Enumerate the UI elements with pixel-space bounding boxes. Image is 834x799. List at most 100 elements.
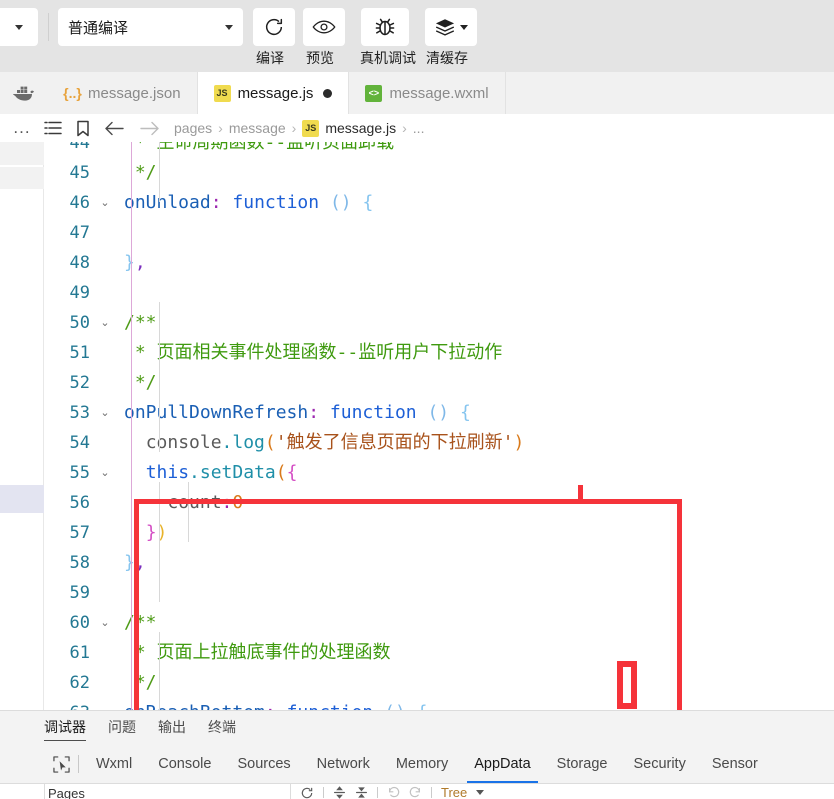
toolbar-menu-button[interactable] xyxy=(0,8,38,46)
refresh-icon[interactable] xyxy=(300,786,314,799)
devtools-tab-wxml[interactable]: Wxml xyxy=(83,745,145,783)
code-token: ) xyxy=(513,432,525,453)
fold-region-guide xyxy=(131,142,132,710)
code-token: : xyxy=(265,702,276,710)
undo-icon[interactable] xyxy=(387,786,400,799)
code-token: onReachBottom xyxy=(124,702,265,710)
code-line[interactable]: /** xyxy=(124,608,157,638)
code-line[interactable]: console.log('触发了信息页面的下拉刷新') xyxy=(124,428,525,458)
devtools-tab-sources[interactable]: Sources xyxy=(224,745,303,783)
line-number: 47 xyxy=(69,223,90,243)
line-number: 45 xyxy=(69,163,90,183)
line-number-gutter: 44 45 46 ⌄ 47 48 49 50 ⌄ 51 52 53 ⌄ 54 55 ⌄ 56 57 58 59 60 ⌄ 6… xyxy=(44,142,124,710)
compile-button[interactable] xyxy=(253,8,295,46)
code-line[interactable]: /** xyxy=(124,308,157,338)
bookmark-icon[interactable] xyxy=(76,120,90,137)
chevron-down-icon[interactable] xyxy=(476,790,485,795)
devtools-tab-network[interactable]: Network xyxy=(304,745,383,783)
preview-button[interactable] xyxy=(303,8,345,46)
devtools-tab-console[interactable]: Console xyxy=(145,745,224,783)
fold-chevron-icon[interactable]: ⌄ xyxy=(98,398,112,428)
panel-tab-debugger[interactable]: 调试器 xyxy=(44,711,86,743)
devtools-tab-sensor[interactable]: Sensor xyxy=(699,745,771,783)
breadcrumb-item-message[interactable]: message xyxy=(229,120,286,136)
code-line[interactable]: }, xyxy=(124,548,146,578)
code-line[interactable]: */ xyxy=(124,368,157,398)
view-mode-label[interactable]: Tree xyxy=(441,785,467,799)
devtools-tab-storage[interactable]: Storage xyxy=(544,745,621,783)
outline-list-icon[interactable] xyxy=(44,120,62,136)
code-token: function xyxy=(232,192,320,213)
code-line[interactable]: * 页面上拉触底事件的处理函数 xyxy=(124,638,391,668)
collapse-all-icon[interactable] xyxy=(355,786,368,799)
code-token: count xyxy=(167,492,222,513)
breadcrumb-separator-icon: › xyxy=(402,120,407,136)
code-token: */ xyxy=(124,162,157,183)
appdata-pane: Pages Tree xyxy=(0,783,834,799)
code-editor[interactable]: 44 45 46 ⌄ 47 48 49 50 ⌄ 51 52 53 ⌄ 54 55 ⌄ 56 57 58 59 60 ⌄ 6… xyxy=(0,142,834,710)
devtools-tab-security[interactable]: Security xyxy=(620,745,698,783)
code-line[interactable]: */ xyxy=(124,668,157,698)
code-line[interactable]: */ xyxy=(124,158,157,188)
panel-tab-terminal[interactable]: 终端 xyxy=(208,711,236,743)
real-device-debug-button[interactable] xyxy=(361,8,409,46)
chevron-down-icon xyxy=(225,24,233,30)
annotation-text-cursor xyxy=(578,485,583,500)
line-number: 61 xyxy=(69,643,90,663)
docker-whale-icon xyxy=(0,72,48,114)
code-line[interactable]: this.setData({ xyxy=(124,458,298,488)
code-line[interactable]: onUnload: function () { xyxy=(124,188,373,218)
wxml-icon: <> xyxy=(365,84,383,102)
code-line[interactable]: * 生命周期函数--监听页面卸载 xyxy=(124,142,394,158)
breadcrumb-item-pages[interactable]: pages xyxy=(174,120,212,136)
code-token: 0 xyxy=(232,492,244,513)
panel-tab-output[interactable]: 输出 xyxy=(158,711,186,743)
chevron-down-icon xyxy=(15,24,23,30)
fold-chevron-icon[interactable]: ⌄ xyxy=(98,458,112,488)
panel-tab-problems[interactable]: 问题 xyxy=(108,711,136,743)
code-token: ( xyxy=(264,432,276,453)
code-line[interactable]: onPullDownRefresh: function () { xyxy=(124,398,471,428)
line-number: 44 xyxy=(69,142,90,153)
line-number: 60 xyxy=(69,613,90,633)
breadcrumb-separator-icon: › xyxy=(218,120,223,136)
compile-mode-value: 普通编译 xyxy=(68,19,129,37)
breadcrumb-item-file[interactable]: message.js xyxy=(325,120,396,136)
forward-arrow-icon[interactable] xyxy=(139,121,160,136)
fold-chevron-icon[interactable]: ⌄ xyxy=(98,308,112,338)
clear-cache-button[interactable] xyxy=(425,8,477,46)
code-token: '触发了信息页面的下拉刷新' xyxy=(275,432,514,453)
tab-label: message.json xyxy=(88,84,181,102)
overview-ruler[interactable] xyxy=(0,142,44,710)
fold-chevron-icon[interactable]: ⌄ xyxy=(98,698,112,710)
code-line[interactable]: * 页面相关事件处理函数--监听用户下拉动作 xyxy=(124,338,502,368)
tab-message-js[interactable]: JS message.js xyxy=(197,72,350,114)
fold-chevron-icon[interactable]: ⌄ xyxy=(98,608,112,638)
devtools-tab-appdata[interactable]: AppData xyxy=(461,745,543,783)
code-line[interactable]: count:0 xyxy=(124,488,243,518)
tab-label: message.wxml xyxy=(389,84,489,102)
back-arrow-icon[interactable] xyxy=(104,121,125,136)
clear-cache-label: 清缓存 xyxy=(426,50,468,66)
code-line[interactable]: }, xyxy=(124,248,146,278)
compile-mode-select[interactable]: 普通编译 xyxy=(58,8,243,46)
expand-all-icon[interactable] xyxy=(333,786,346,799)
panel-tab-list: 调试器 问题 输出 终端 xyxy=(44,711,236,743)
code-content[interactable]: * 生命周期函数--监听页面卸载 */ onUnload: function ()… xyxy=(124,142,834,710)
unsaved-indicator[interactable] xyxy=(323,88,333,98)
fold-chevron-icon[interactable]: ⌄ xyxy=(98,188,112,218)
devtools-divider xyxy=(78,755,79,773)
breadcrumb-trailing[interactable]: ... xyxy=(413,120,425,136)
breadcrumb-overflow[interactable]: ... xyxy=(0,118,44,138)
tab-message-json[interactable]: {..} message.json xyxy=(48,72,198,114)
code-line[interactable]: onReachBottom: function () { xyxy=(124,698,428,710)
inspect-cursor-button[interactable] xyxy=(44,745,78,783)
redo-icon[interactable] xyxy=(409,786,422,799)
tab-message-wxml[interactable]: <> message.wxml xyxy=(349,72,506,114)
breadcrumb: ... pages › message › JS message.js › ..… xyxy=(0,114,834,142)
devtools-tab-memory[interactable]: Memory xyxy=(383,745,461,783)
